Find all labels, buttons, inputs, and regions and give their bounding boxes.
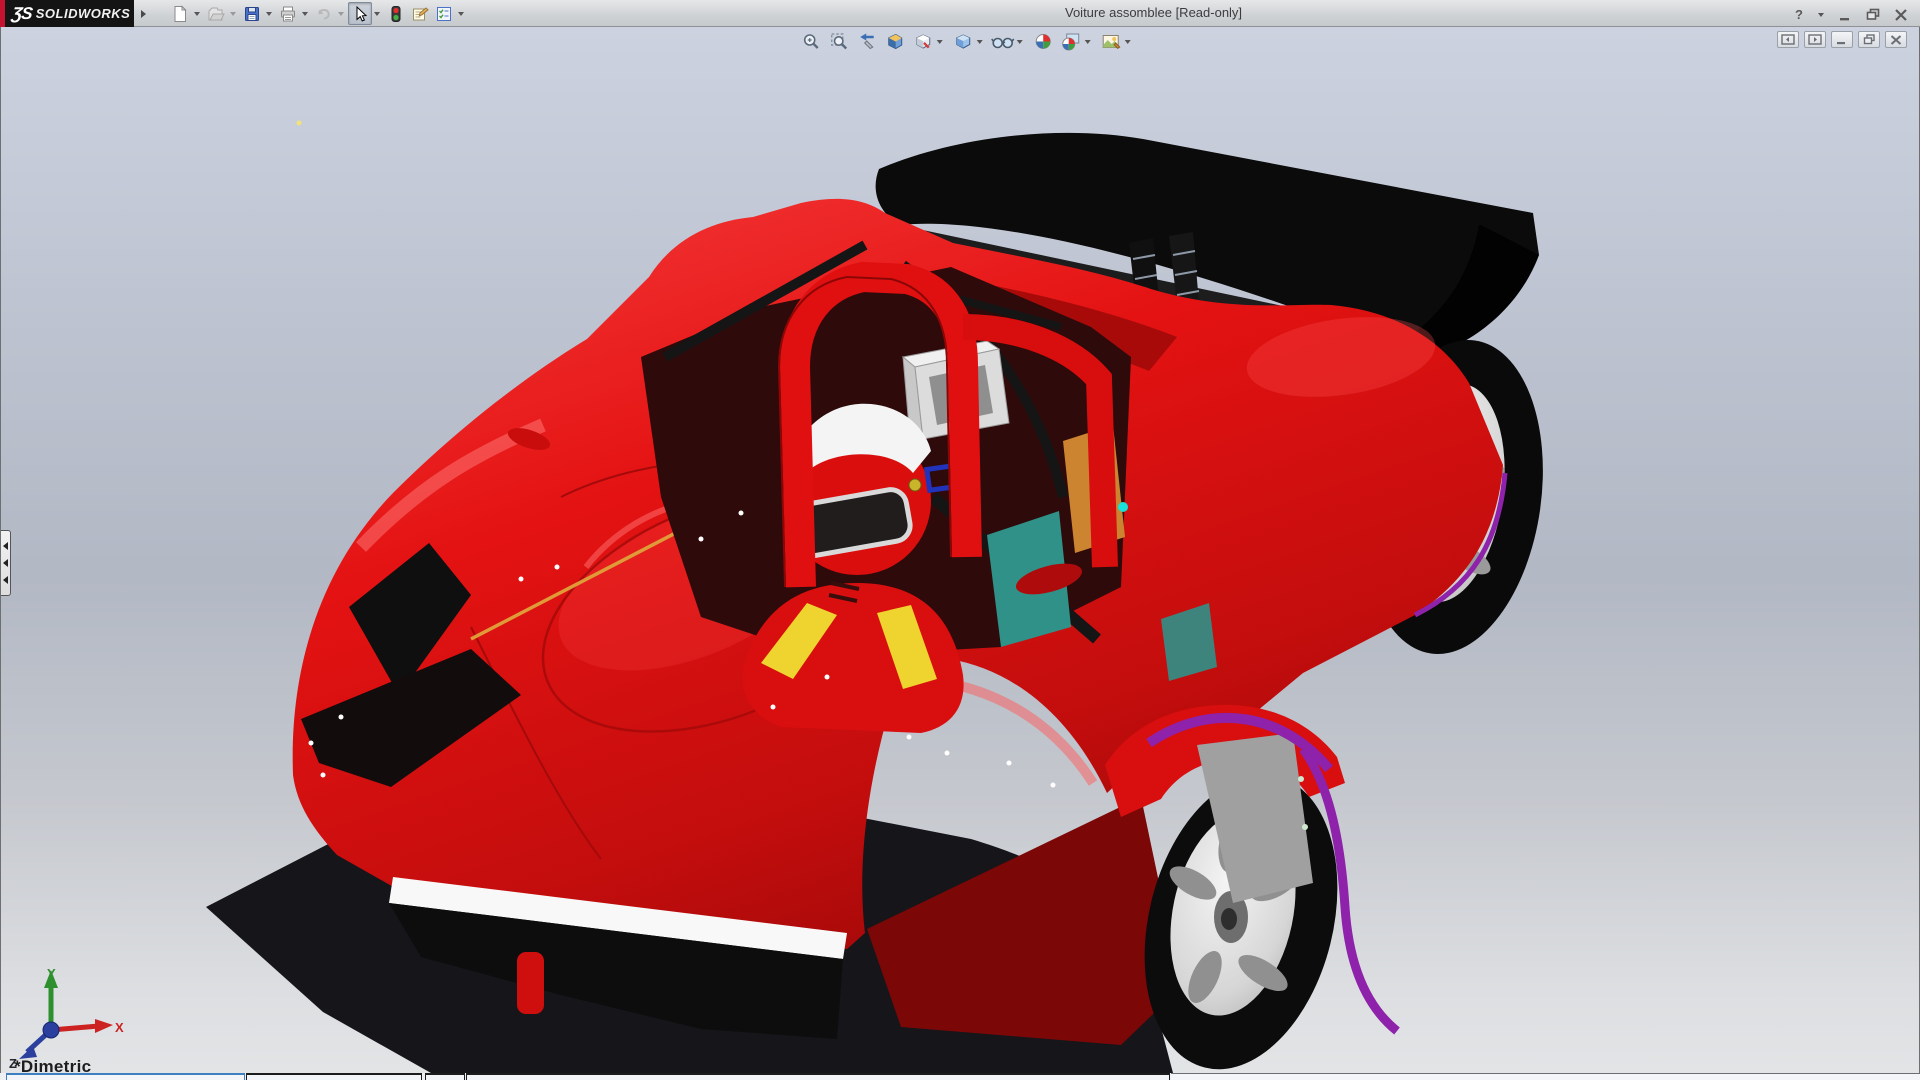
window-controls: ?: [1788, 3, 1912, 26]
open-icon: [207, 5, 225, 23]
minimize-button[interactable]: [1834, 5, 1856, 25]
triad-x-label: X: [115, 1020, 124, 1035]
section-view-icon: [885, 32, 904, 51]
previous-view-button[interactable]: [855, 31, 879, 53]
hide-show-items-dropdown[interactable]: [1015, 30, 1025, 53]
select-dropdown[interactable]: [372, 2, 382, 25]
save-icon: [243, 5, 261, 23]
brand-name: SOLIDWORKS: [36, 6, 131, 21]
collapse-arrow-icon: [3, 576, 8, 584]
feature-panel-collapsed-tab[interactable]: [1, 530, 11, 596]
doc-minimize-button[interactable]: [1831, 31, 1853, 48]
save-dropdown[interactable]: [264, 2, 274, 25]
help-button[interactable]: ?: [1788, 5, 1810, 25]
status-pane: [6, 1073, 245, 1080]
options-dropdown[interactable]: [456, 2, 466, 25]
collapse-left-pane-button[interactable]: [1777, 31, 1799, 48]
status-pane: [425, 1073, 465, 1080]
section-view-button[interactable]: [883, 31, 907, 53]
standard-toolbar: [168, 1, 468, 26]
zoom-to-area-icon: [829, 32, 848, 51]
file-properties-button[interactable]: [408, 2, 432, 25]
hide-show-items-button[interactable]: [991, 31, 1015, 53]
help-dropdown[interactable]: [1816, 3, 1826, 26]
rebuild-traffic-light-icon: [387, 5, 405, 23]
expand-right-pane-button[interactable]: [1804, 31, 1826, 48]
logo-red-edge: [0, 0, 5, 27]
solidworks-logo-icon: ƷS: [11, 4, 34, 24]
collapse-arrow-icon: [3, 559, 8, 567]
apply-scene-button[interactable]: [1059, 31, 1083, 53]
file-properties-icon: [411, 5, 430, 23]
apply-scene-dropdown[interactable]: [1083, 30, 1093, 53]
display-style-dropdown[interactable]: [975, 30, 985, 53]
open-button[interactable]: [204, 2, 228, 25]
select-cursor-icon: [351, 5, 369, 23]
status-pane: [1171, 1073, 1920, 1080]
view-settings-icon: [1101, 32, 1121, 51]
graphics-area[interactable]: Y X Z *Dimetric: [0, 27, 1920, 1073]
open-dropdown[interactable]: [228, 2, 238, 25]
zoom-to-fit-button[interactable]: [799, 31, 823, 53]
print-dropdown[interactable]: [300, 2, 310, 25]
new-document-icon: [171, 5, 189, 23]
close-button[interactable]: [1890, 5, 1912, 25]
options-button[interactable]: [432, 2, 456, 25]
rebuild-button[interactable]: [384, 2, 408, 25]
apply-scene-icon: [1061, 32, 1081, 51]
new-document-dropdown[interactable]: [192, 2, 202, 25]
status-pane: [246, 1073, 422, 1080]
menu-flyout-arrow[interactable]: [137, 4, 149, 23]
view-settings-dropdown[interactable]: [1123, 30, 1133, 53]
restore-button[interactable]: [1862, 5, 1884, 25]
status-bar-edge: [0, 1073, 1920, 1080]
zoom-to-area-button[interactable]: [827, 31, 851, 53]
view-orientation-label: *Dimetric: [14, 1057, 91, 1073]
reference-triad[interactable]: Y X Z: [7, 962, 127, 1072]
collapse-arrow-icon: [3, 542, 8, 550]
view-settings-button[interactable]: [1099, 31, 1123, 53]
doc-close-button[interactable]: [1885, 31, 1907, 48]
edit-appearance-button[interactable]: [1031, 31, 1055, 53]
display-style-button[interactable]: [951, 31, 975, 53]
document-title: Voiture assomblee [Read-only]: [1065, 5, 1242, 20]
document-window-controls: [1777, 31, 1907, 48]
hide-show-items-icon: [991, 32, 1015, 51]
save-button[interactable]: [240, 2, 264, 25]
options-icon: [435, 5, 453, 23]
status-pane: [466, 1073, 1170, 1080]
view-orientation-dropdown[interactable]: [935, 30, 945, 53]
zoom-to-fit-icon: [801, 32, 820, 51]
view-orientation-icon: [913, 32, 932, 51]
undo-dropdown[interactable]: [336, 2, 346, 25]
edit-appearance-icon: [1033, 32, 1052, 51]
doc-restore-button[interactable]: [1858, 31, 1880, 48]
car-model-render: [1, 27, 1920, 1073]
solidworks-logo: ƷS SOLIDWORKS: [0, 0, 134, 27]
display-style-icon: [953, 32, 972, 51]
select-button[interactable]: [348, 2, 372, 25]
print-icon: [279, 5, 297, 23]
heads-up-view-toolbar: [799, 30, 1135, 53]
previous-view-icon: [857, 32, 877, 51]
view-orientation-button[interactable]: [911, 31, 935, 53]
undo-button[interactable]: [312, 2, 336, 25]
print-button[interactable]: [276, 2, 300, 25]
title-bar: ƷS SOLIDWORKS: [0, 0, 1920, 27]
undo-icon: [315, 5, 333, 23]
triad-y-label: Y: [47, 966, 56, 981]
new-document-button[interactable]: [168, 2, 192, 25]
